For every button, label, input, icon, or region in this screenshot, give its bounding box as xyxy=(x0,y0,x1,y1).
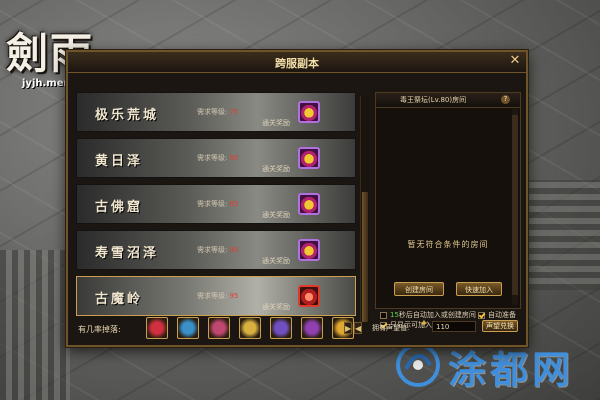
armor-icon[interactable] xyxy=(208,317,230,339)
dungeon-name: 黄日泽 xyxy=(95,154,144,169)
scrollbar-thumb[interactable] xyxy=(512,115,518,295)
floor-pattern-left xyxy=(0,250,70,400)
cross-server-dungeon-window: 跨服副本 ✕ 极乐荒城 需求等级: 75 通关奖励 黄日泽 需求等级: 80 通关奖… xyxy=(66,50,528,347)
reward-label: 通关奖励 xyxy=(262,303,290,311)
reward-chest-icon[interactable] xyxy=(298,147,320,169)
dungeon-name: 古魔岭 xyxy=(95,292,144,307)
room-panel: 毒王祭坛(Lv.80)房间 ? 暂无符合条件的房间 xyxy=(375,92,521,309)
dungeon-list-scrollbar[interactable] xyxy=(360,96,369,326)
help-icon[interactable]: ? xyxy=(501,95,510,104)
reward-label: 通关奖励 xyxy=(262,119,290,127)
window-title: 跨服副本 xyxy=(275,57,319,70)
close-button[interactable]: ✕ xyxy=(508,54,522,68)
create-room-button[interactable]: 创建房间 xyxy=(394,282,444,296)
dungeon-req-level: 需求等级: 90 xyxy=(197,246,239,254)
dungeon-row[interactable]: 古佛窟 需求等级: 85 通关奖励 xyxy=(76,184,356,224)
reputation-label: 拥有声望值: xyxy=(372,324,410,332)
dungeon-row[interactable]: 极乐荒城 需求等级: 75 通关奖励 xyxy=(76,92,356,132)
window-title-bar[interactable]: 跨服副本 ✕ xyxy=(68,52,526,73)
dungeon-name: 极乐荒城 xyxy=(95,108,160,123)
dungeon-name: 寿雪沼泽 xyxy=(95,246,160,261)
reward-chest-icon[interactable] xyxy=(298,285,320,307)
room-list-scrollbar[interactable] xyxy=(512,109,518,305)
dungeon-req-level: 需求等级: 85 xyxy=(197,200,239,208)
reputation-exchange-button[interactable]: 声望兑换 xyxy=(482,320,518,332)
drops-label: 有几率掉落: xyxy=(78,325,121,334)
reward-label: 通关奖励 xyxy=(262,257,290,265)
auto-create-checkbox[interactable] xyxy=(380,311,387,319)
reputation-value: 110 xyxy=(432,321,476,332)
reward-chest-icon[interactable] xyxy=(298,101,320,123)
purple-boots-icon[interactable] xyxy=(301,317,323,339)
dungeon-row-selected[interactable]: 古魔岭 需求等级: 95 通关奖励 xyxy=(76,276,356,316)
auto-create-label: 15秒后自动加入或创建房间 xyxy=(390,311,476,319)
auto-ready-checkbox[interactable] xyxy=(478,311,485,319)
dungeon-req-level: 需求等级: 80 xyxy=(197,154,239,162)
reward-label: 通关奖励 xyxy=(262,211,290,219)
room-title: 毒王祭坛(Lv.80)房间 xyxy=(400,96,467,104)
dungeon-req-level: 需求等级: 75 xyxy=(197,108,239,116)
quick-join-button[interactable]: 快速加入 xyxy=(456,282,502,296)
blue-blade-icon[interactable] xyxy=(177,317,199,339)
gold-gem-icon[interactable] xyxy=(239,317,261,339)
floor-pattern-right xyxy=(518,180,600,290)
room-empty-message: 暂无符合条件的房间 xyxy=(407,240,489,249)
reward-chest-icon[interactable] xyxy=(298,193,320,215)
items-next-arrow[interactable]: ▶ xyxy=(344,322,352,334)
reputation-icon: ✦ xyxy=(419,317,429,330)
watermark-text: 涂都网 xyxy=(448,348,575,392)
dungeon-name: 古佛窟 xyxy=(95,200,144,215)
room-header: 毒王祭坛(Lv.80)房间 ? xyxy=(376,93,520,108)
reward-label: 通关奖励 xyxy=(262,165,290,173)
red-ring-icon[interactable] xyxy=(146,317,168,339)
scrollbar-thumb[interactable] xyxy=(362,192,368,322)
dungeon-req-level: 需求等级: 95 xyxy=(197,292,239,300)
dungeon-row[interactable]: 寿雪沼泽 需求等级: 90 通关奖励 xyxy=(76,230,356,270)
reward-chest-icon[interactable] xyxy=(298,239,320,261)
dungeon-list: 极乐荒城 需求等级: 75 通关奖励 黄日泽 需求等级: 80 通关奖励 古佛窟 需… xyxy=(76,92,368,324)
dungeon-row[interactable]: 黄日泽 需求等级: 80 通关奖励 xyxy=(76,138,356,178)
auto-ready-label: 自动准备 xyxy=(488,311,516,319)
scroll-icon[interactable] xyxy=(270,317,292,339)
items-more-arrow[interactable]: ◀ xyxy=(354,322,362,334)
auto-ready-option[interactable]: 自动准备 xyxy=(478,310,516,320)
